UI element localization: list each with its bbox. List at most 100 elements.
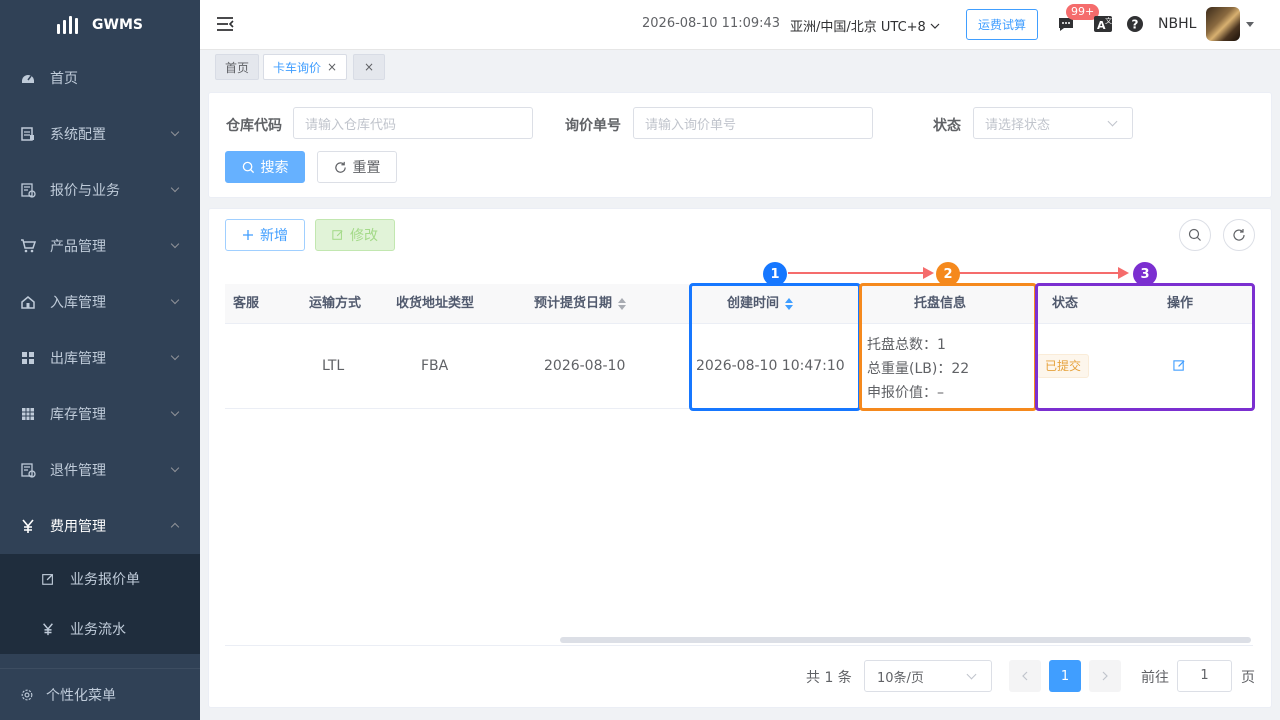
search-button-label: 搜索 <box>260 159 289 175</box>
logo[interactable]: GWMS <box>0 0 200 50</box>
goto-label: 前往 <box>1141 670 1169 686</box>
sort-icon[interactable] <box>618 297 627 310</box>
chevron-down-icon <box>170 183 180 193</box>
timezone-dropdown[interactable]: 亚洲/中国/北京 UTC+8 <box>790 16 940 35</box>
chevron-down-icon <box>170 295 180 305</box>
search-icon <box>242 161 254 173</box>
dashboard-icon <box>20 70 36 86</box>
sidebar-item-label: 系统配置 <box>50 127 106 143</box>
cell-transport: LTL <box>322 358 345 374</box>
warehouse-code-label: 仓库代码 <box>226 118 282 134</box>
tab-label: 卡车询价 <box>273 60 322 75</box>
placeholder: 请输入仓库代码 <box>305 117 397 133</box>
avatar[interactable] <box>1206 7 1240 41</box>
sidebar-item-inventory[interactable]: 库存管理 <box>0 386 200 442</box>
placeholder: 请选择状态 <box>985 117 1051 133</box>
sidebar-item-outbound[interactable]: 出库管理 <box>0 330 200 386</box>
tab-label: 首页 <box>225 60 250 75</box>
add-button-label: 新增 <box>260 227 288 243</box>
sidebar-item-label: 业务流水 <box>70 622 126 638</box>
close-icon[interactable]: × <box>327 60 337 74</box>
chevron-down-icon <box>1107 116 1118 127</box>
chevron-down-icon <box>170 463 180 473</box>
username[interactable]: NBHL <box>1158 16 1196 32</box>
quote-icon <box>20 182 36 198</box>
column-label: 预计提货日期 <box>534 296 613 311</box>
reset-button-label: 重置 <box>352 159 381 175</box>
fees-submenu: 业务报价单 业务流水 <box>0 554 200 654</box>
return-icon <box>20 462 36 478</box>
refresh-button[interactable] <box>1223 219 1255 251</box>
table-icon <box>20 406 36 422</box>
divider <box>225 645 1253 646</box>
tab-truck-inquiry[interactable]: 卡车询价 × <box>263 54 348 80</box>
edit-button-label: 修改 <box>350 227 378 243</box>
annotation-box-2 <box>859 283 1037 411</box>
yen-icon <box>40 621 56 637</box>
status-label: 状态 <box>933 118 961 134</box>
next-page-button[interactable] <box>1089 660 1121 692</box>
inquiry-number-label: 询价单号 <box>565 118 621 134</box>
sidebar-item-quote[interactable]: 报价与业务 <box>0 162 200 218</box>
tab-home[interactable]: 首页 <box>215 54 260 80</box>
placeholder: 请输入询价单号 <box>645 117 737 133</box>
column-transport: 运输方式 <box>309 296 362 311</box>
sidebar-item-label: 首页 <box>50 71 78 87</box>
search-button[interactable]: 搜索 <box>225 151 305 183</box>
goto-page-input[interactable]: 1 <box>1177 660 1232 692</box>
chevron-up-icon <box>170 522 180 532</box>
status-select[interactable]: 请选择状态 <box>973 107 1133 139</box>
add-button[interactable]: 新增 <box>225 219 305 251</box>
warehouse-code-input[interactable]: 请输入仓库代码 <box>293 107 533 139</box>
current-datetime: 2026-08-10 11:09:43 <box>642 16 781 31</box>
sidebar-item-business-flow[interactable]: 业务流水 <box>0 604 200 654</box>
plus-icon <box>243 230 253 240</box>
close-icon: × <box>364 60 375 74</box>
menu-toggle-icon[interactable] <box>216 16 234 36</box>
top-header: 2026-08-10 11:09:43 亚洲/中国/北京 UTC+8 运费试算 … <box>200 0 1280 50</box>
chevron-down-icon <box>966 669 977 680</box>
toggle-search-button[interactable] <box>1179 219 1211 251</box>
horizontal-scrollbar[interactable] <box>560 637 1251 643</box>
annotation-number-1: 1 <box>763 262 787 286</box>
close-all-tabs-button[interactable]: × <box>353 54 386 80</box>
sidebar-item-fees[interactable]: 费用管理 <box>0 498 200 554</box>
home-icon <box>20 294 36 310</box>
sidebar-item-returns[interactable]: 退件管理 <box>0 442 200 498</box>
language-icon[interactable]: A文 <box>1093 14 1113 38</box>
sidebar-item-label: 报价与业务 <box>50 183 120 199</box>
caret-down-icon[interactable] <box>1246 22 1254 27</box>
custom-menu-button[interactable]: 个性化菜单 <box>0 668 200 720</box>
chevron-down-icon <box>170 351 180 361</box>
annotation-number-2: 2 <box>936 262 960 286</box>
sidebar-item-inbound[interactable]: 入库管理 <box>0 274 200 330</box>
logo-text: GWMS <box>92 17 143 33</box>
annotation-box-1 <box>689 283 861 411</box>
search-icon <box>1188 228 1201 241</box>
page-number-button[interactable]: 1 <box>1049 660 1081 692</box>
sidebar-item-system[interactable]: 系统配置 <box>0 106 200 162</box>
refresh-icon <box>1233 229 1245 241</box>
svg-text:?: ? <box>1132 18 1139 32</box>
chevron-down-icon <box>170 239 180 249</box>
logo-icon <box>57 16 79 34</box>
sidebar-item-business-quote[interactable]: 业务报价单 <box>0 554 200 604</box>
chevron-left-icon <box>1022 671 1028 681</box>
reset-button[interactable]: 重置 <box>317 151 397 183</box>
chevron-right-icon <box>1102 671 1108 681</box>
sidebar-item-label: 入库管理 <box>50 295 106 311</box>
sidebar-item-label: 业务报价单 <box>70 572 140 588</box>
column-pickup-date[interactable]: 预计提货日期 <box>534 284 627 324</box>
column-service: 客服 <box>233 296 260 311</box>
timezone-label: 亚洲/中国/北京 UTC+8 <box>790 20 926 35</box>
sidebar-item-product[interactable]: 产品管理 <box>0 218 200 274</box>
inquiry-number-input[interactable]: 请输入询价单号 <box>633 107 873 139</box>
help-icon[interactable]: ? <box>1126 15 1144 37</box>
prev-page-button[interactable] <box>1009 660 1041 692</box>
custom-menu-label: 个性化菜单 <box>46 687 116 704</box>
edit-icon <box>40 571 56 587</box>
sidebar-item-home[interactable]: 首页 <box>0 50 200 106</box>
page-size-select[interactable]: 10条/页 <box>864 660 992 692</box>
freight-calc-button[interactable]: 运费试算 <box>966 9 1038 40</box>
edit-button[interactable]: 修改 <box>315 219 395 251</box>
